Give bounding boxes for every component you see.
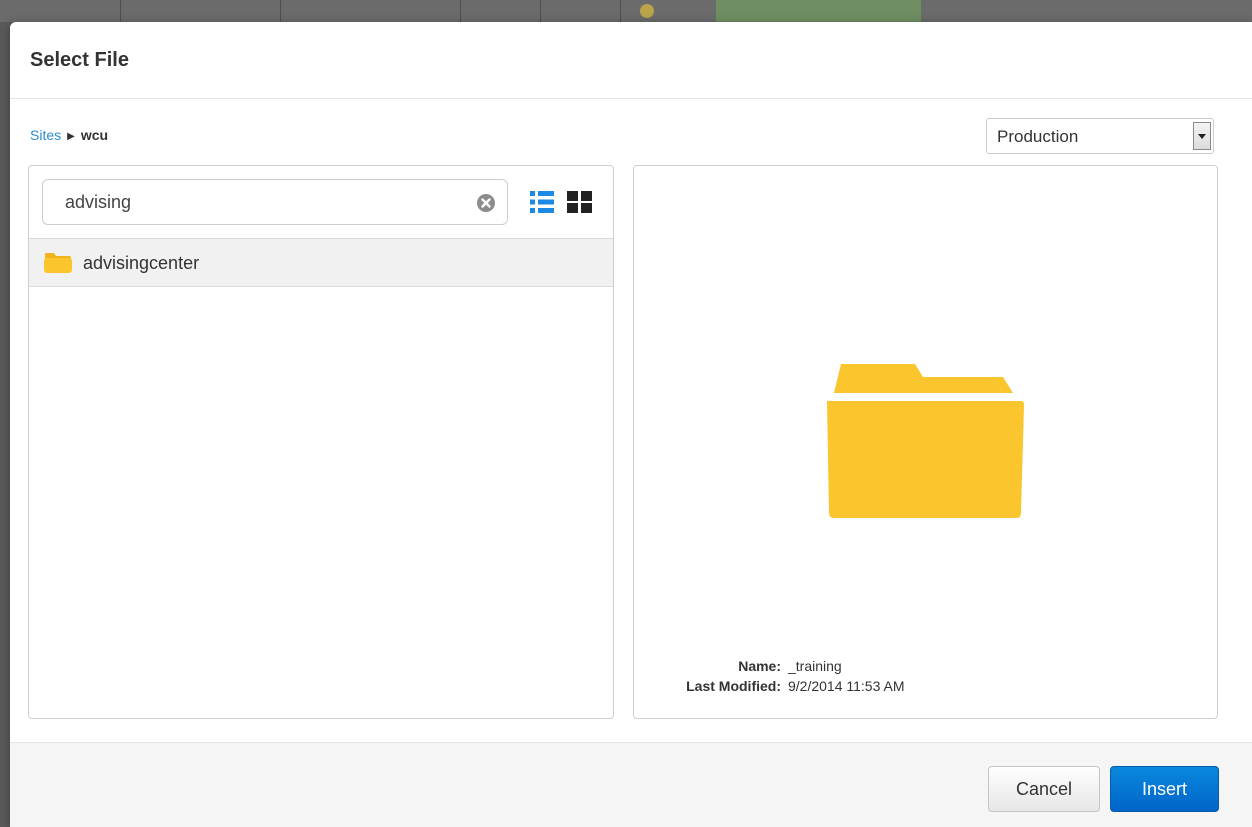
search-input[interactable]: [65, 191, 465, 213]
background-toolbar: [0, 0, 1252, 22]
file-browser-panel: advisingcenter: [28, 165, 614, 719]
caret-right-icon: ▶: [67, 131, 75, 142]
file-list: advisingcenter: [29, 238, 613, 719]
dropdown-arrow-icon[interactable]: [1193, 122, 1211, 150]
breadcrumb-sites-link[interactable]: Sites: [30, 127, 61, 143]
last-modified-value: 9/2/2014 11:53 AM: [788, 678, 905, 694]
dialog-header: Select File: [10, 22, 1252, 99]
grid-view-icon[interactable]: [567, 191, 592, 213]
name-value: _training: [788, 658, 842, 674]
insert-button[interactable]: Insert: [1110, 766, 1219, 812]
breadcrumb-current: wcu: [80, 127, 109, 143]
preview-panel: Name: _training Last Modified: 9/2/2014 …: [633, 165, 1218, 719]
name-label: Name:: [738, 658, 781, 674]
breadcrumb: Sites ▶ wcu: [30, 127, 108, 143]
select-file-dialog: Select File Sites ▶ wcu Production advis…: [10, 22, 1252, 827]
last-modified-label: Last Modified:: [686, 678, 781, 694]
environment-select[interactable]: Production: [986, 118, 1214, 154]
list-view-icon[interactable]: [530, 191, 554, 213]
dialog-footer: Cancel Insert: [10, 742, 1252, 827]
list-item-label: advisingcenter: [83, 253, 200, 273]
folder-icon: [827, 364, 1024, 518]
cancel-button[interactable]: Cancel: [988, 766, 1100, 812]
metadata-modified-row: Last Modified: 9/2/2014 11:53 AM: [634, 678, 1217, 698]
dialog-title: Select File: [30, 49, 129, 71]
environment-select-value: Production: [997, 127, 1079, 146]
metadata-name-row: Name: _training: [634, 658, 1217, 678]
folder-icon: [44, 253, 72, 273]
clear-search-icon[interactable]: [477, 194, 495, 212]
search-field: [42, 179, 508, 225]
list-item[interactable]: advisingcenter: [29, 239, 613, 287]
